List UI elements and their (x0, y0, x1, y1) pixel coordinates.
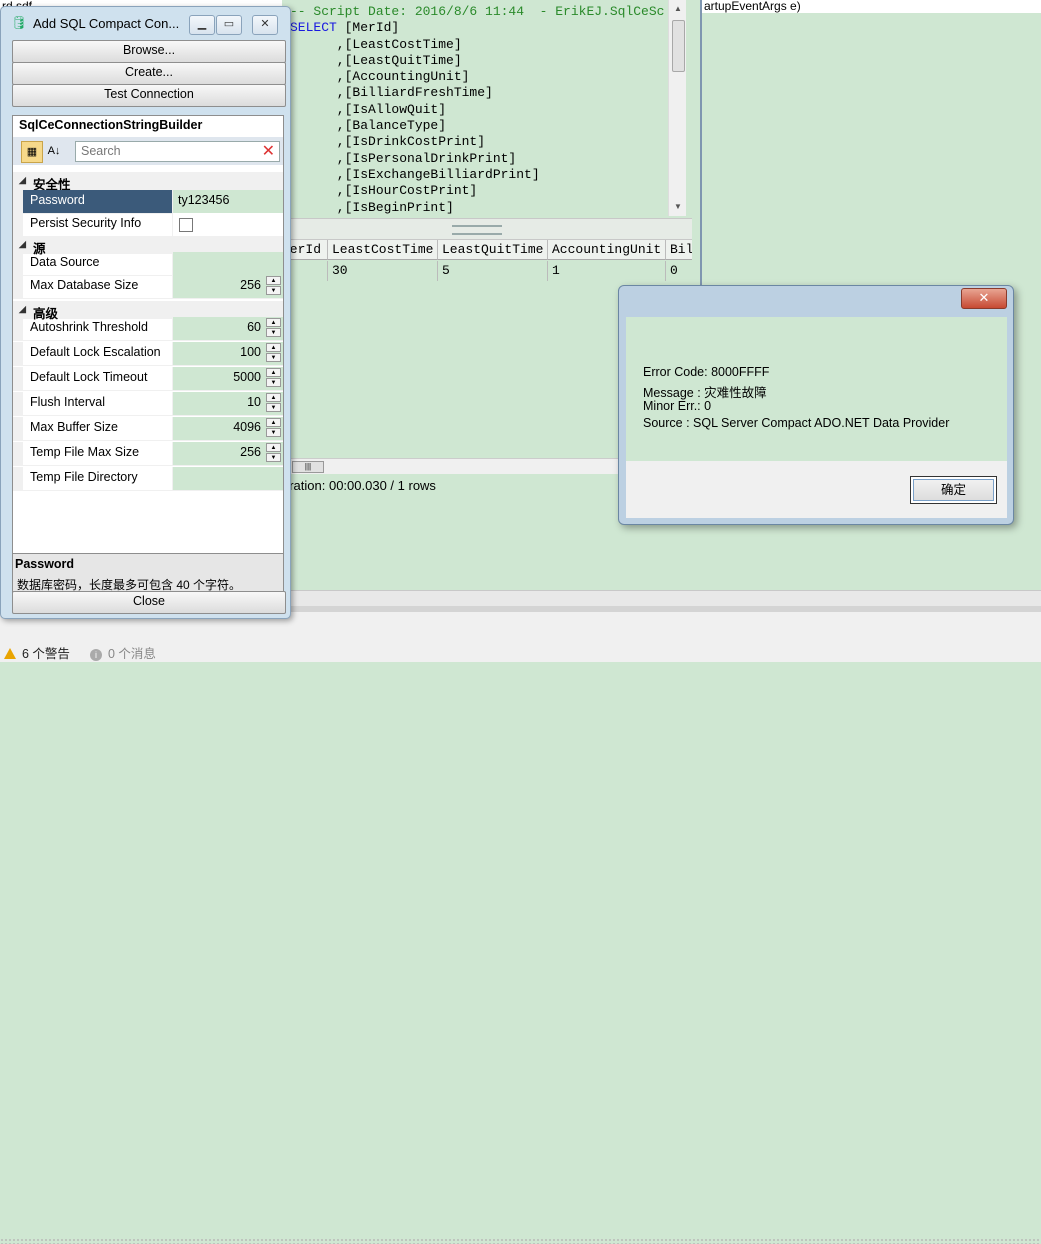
description-title: Password (15, 557, 75, 571)
categorized-icon[interactable]: ▦ (21, 141, 43, 163)
warnings-tab[interactable]: 6 个警告 (4, 643, 70, 662)
code-line: ,[IsAllowQuit] (290, 101, 447, 117)
property-flush-interval[interactable]: Flush Interval 10 ▲ ▼ (13, 392, 283, 416)
grid-cell[interactable]: 0 (666, 261, 692, 281)
property-password[interactable]: Password ty123456 (13, 190, 283, 214)
property-temp-file-directory[interactable]: Temp File Directory (13, 467, 283, 491)
table-row[interactable]: 3 30 5 1 0 (282, 261, 692, 281)
error-body: Error Code: 8000FFFF Message : 灾难性故障 Min… (626, 317, 1007, 461)
grid-header-cell[interactable]: AccountingUnit (548, 240, 666, 260)
grid-header-row: MerId LeastCostTime LeastQuitTime Accoun… (282, 240, 692, 260)
persist-checkbox[interactable] (179, 218, 193, 232)
close-button[interactable]: Close (12, 591, 286, 614)
grid-cell[interactable]: 30 (328, 261, 438, 281)
code-line: ,[IsHourCostPrint] (290, 183, 478, 199)
grid-header-cell[interactable]: Bil (666, 240, 692, 260)
create-button[interactable]: Create... (12, 62, 286, 85)
splitter-grip-icon[interactable] (452, 225, 502, 235)
property-max-database-size[interactable]: Max Database Size 256 ▲ ▼ (13, 275, 283, 299)
property-default-lock-escalation[interactable]: Default Lock Escalation 100 ▲ ▼ (13, 342, 283, 366)
property-grid: SqlCeConnectionStringBuilder ▦ A↓ Search… (12, 115, 284, 555)
dialog-footer: 确定 (626, 461, 1007, 518)
editor-vertical-scrollbar[interactable]: ▲ ▼ (668, 0, 686, 216)
collapse-arrow-icon[interactable]: ◢ (19, 239, 26, 250)
data-source-value[interactable] (173, 252, 283, 275)
lock-escalation-spinner[interactable]: ▲ ▼ (266, 343, 281, 363)
code-line: ,[IsBeginPrint] (290, 199, 454, 215)
window-titlebar[interactable]: 🛢 Add SQL Compact Con... ▁ ▭ ✕ (7, 11, 285, 35)
code-fragment: artupEventArgs e) (704, 0, 801, 13)
editor-results-splitter[interactable] (282, 218, 692, 240)
code-line: ,[LeastQuitTime] (290, 52, 462, 68)
code-line: ,[IsExchangeBilliardPrint] (290, 166, 540, 182)
scroll-thumb[interactable]: ||| (292, 461, 324, 473)
messages-count: 0 个消息 (108, 647, 156, 661)
grid-header-cell[interactable]: LeastCostTime (328, 240, 438, 260)
status-bar (0, 612, 1041, 1244)
flush-interval-spinner[interactable]: ▲ ▼ (266, 393, 281, 413)
clear-search-icon[interactable]: ✕ (262, 142, 275, 161)
warnings-count: 6 个警告 (22, 647, 70, 661)
maximize-icon[interactable]: ▭ (216, 15, 242, 35)
collapse-arrow-icon[interactable]: ◢ (19, 304, 26, 315)
temp-max-spinner[interactable]: ▲ ▼ (266, 443, 281, 463)
category-security[interactable]: ◢ 安全性 (13, 172, 283, 192)
close-icon[interactable]: ✕ (961, 288, 1007, 309)
max-buffer-spinner[interactable]: ▲ ▼ (266, 418, 281, 438)
property-autoshrink-threshold[interactable]: Autoshrink Threshold 60 ▲ ▼ (13, 317, 283, 341)
add-connection-window: 🛢 Add SQL Compact Con... ▁ ▭ ✕ Browse...… (0, 6, 291, 619)
code-line: SELECT [MerId] (290, 20, 400, 36)
grid-cell[interactable]: 1 (548, 261, 666, 281)
lock-timeout-spinner[interactable]: ▲ ▼ (266, 368, 281, 388)
code-line: -- Script Date: 2016/8/6 11:44 - ErikEJ.… (290, 4, 666, 19)
messages-tab[interactable]: i 0 个消息 (90, 643, 156, 662)
query-duration: uration: 00:00.030 / 1 rows (282, 478, 436, 493)
property-grid-toolbar: ▦ A↓ Search ✕ (13, 137, 283, 165)
property-default-lock-timeout[interactable]: Default Lock Timeout 5000 ▲ ▼ (13, 367, 283, 391)
property-temp-file-max-size[interactable]: Temp File Max Size 256 ▲ ▼ (13, 442, 283, 466)
scroll-thumb[interactable] (672, 20, 685, 72)
error-minor: Minor Err.: 0 (643, 399, 712, 413)
error-dialog: ✕ Error Code: 8000FFFF Message : 灾难性故障 M… (618, 285, 1014, 525)
collapse-arrow-icon[interactable]: ◢ (19, 175, 26, 186)
grid-header-cell[interactable]: LeastQuitTime (438, 240, 548, 260)
property-persist-security-info[interactable]: Persist Security Info (13, 213, 283, 237)
property-data-source[interactable]: Data Source (13, 252, 283, 276)
warning-icon (4, 648, 16, 659)
property-grid-title: SqlCeConnectionStringBuilder (19, 118, 203, 132)
code-line: ,[AccountingUnit] (290, 69, 470, 85)
property-max-buffer-size[interactable]: Max Buffer Size 4096 ▲ ▼ (13, 417, 283, 441)
code-line: ,[BalanceType] (290, 118, 447, 134)
code-line: ,[IsDrinkCostPrint] (290, 134, 486, 150)
search-placeholder: Search (81, 144, 121, 158)
error-code: Error Code: 8000FFFF (643, 365, 770, 379)
error-source: Source : SQL Server Compact ADO.NET Data… (643, 416, 950, 430)
sql-code-area[interactable]: -- Script Date: 2016/8/6 11:44 - ErikEJ.… (282, 0, 666, 218)
results-grid[interactable]: MerId LeastCostTime LeastQuitTime Accoun… (282, 240, 692, 284)
scroll-down-arrow-icon[interactable]: ▼ (674, 202, 682, 211)
autoshrink-spinner[interactable]: ▲ ▼ (266, 318, 281, 338)
info-icon: i (90, 649, 102, 661)
search-input[interactable]: Search ✕ (75, 141, 280, 162)
alphabetical-sort-icon[interactable]: A↓ (44, 141, 64, 161)
window-title: Add SQL Compact Con... (33, 16, 180, 31)
max-database-size-spinner[interactable]: ▲ ▼ (266, 276, 281, 296)
browse-button[interactable]: Browse... (12, 40, 286, 63)
close-icon[interactable]: ✕ (252, 15, 278, 35)
scroll-up-arrow-icon[interactable]: ▲ (674, 4, 682, 13)
database-icon: 🛢 (11, 15, 28, 30)
grid-cell[interactable]: 5 (438, 261, 548, 281)
ok-button[interactable]: 确定 (910, 476, 997, 504)
code-line: ,[BilliardFreshTime] (290, 85, 493, 101)
code-line: ,[IsPersonalDrinkPrint] (290, 150, 517, 166)
minimize-icon[interactable]: ▁ (189, 15, 215, 35)
test-connection-button[interactable]: Test Connection (12, 84, 286, 107)
password-value[interactable]: ty123456 (173, 190, 283, 213)
code-line: ,[LeastCostTime] (290, 36, 462, 52)
